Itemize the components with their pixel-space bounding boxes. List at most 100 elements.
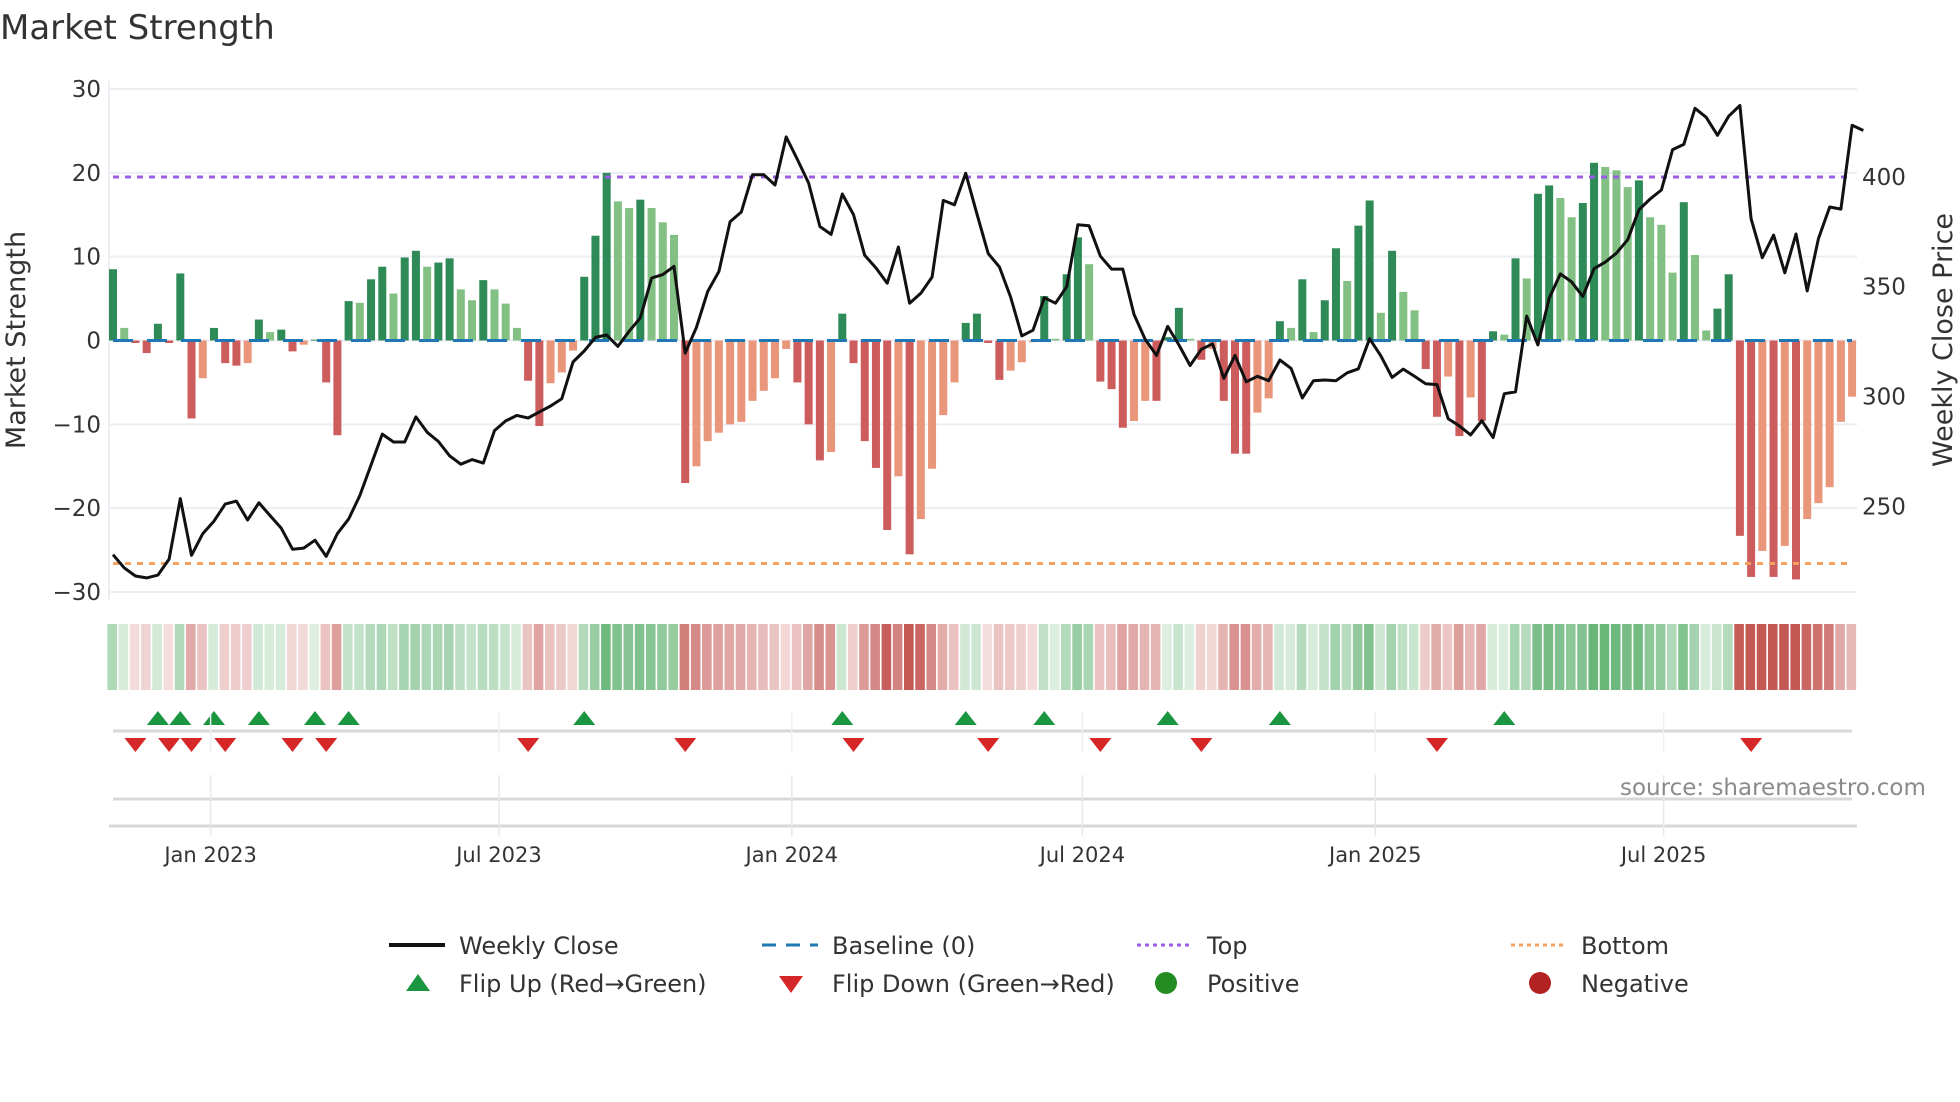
heat-cell bbox=[522, 624, 533, 690]
flip-up-marker bbox=[573, 711, 596, 725]
y-axis-title: Market Strength bbox=[1, 231, 32, 449]
heat-cell bbox=[825, 624, 836, 690]
strength-bar bbox=[1511, 258, 1520, 341]
heat-cell bbox=[1038, 624, 1049, 690]
heat-cell bbox=[421, 624, 432, 690]
heat-cell bbox=[803, 624, 813, 690]
strength-bar bbox=[1354, 225, 1363, 341]
heat-cell bbox=[657, 624, 667, 690]
strength-bar bbox=[1466, 340, 1475, 398]
heat-cell bbox=[937, 624, 948, 690]
y2-tick-label: 250 bbox=[1862, 494, 1906, 520]
y2-tick-label: 400 bbox=[1862, 165, 1906, 191]
heat-cell bbox=[769, 624, 779, 690]
strength-bar bbox=[1792, 340, 1800, 580]
strength-bar bbox=[759, 340, 768, 391]
heat-cell bbox=[1375, 624, 1385, 690]
heat-cell bbox=[242, 624, 252, 690]
heat-cell bbox=[1420, 624, 1430, 690]
strength-bar bbox=[1242, 340, 1251, 454]
strength-bar bbox=[1545, 185, 1554, 341]
heat-cell bbox=[331, 624, 342, 690]
heat-cell bbox=[960, 624, 970, 690]
heat-cell bbox=[870, 624, 880, 690]
flip-down-marker bbox=[842, 738, 865, 752]
heat-cell bbox=[1027, 624, 1038, 690]
strength-bar bbox=[838, 313, 847, 341]
heat-cell bbox=[1824, 624, 1834, 690]
flip-down-marker bbox=[1190, 738, 1213, 752]
heat-cell bbox=[1150, 624, 1161, 690]
heat-cell bbox=[1061, 624, 1071, 690]
strength-heat-strip bbox=[107, 624, 1857, 690]
heat-cell bbox=[387, 624, 398, 690]
flip-down-marker bbox=[1425, 738, 1448, 752]
heat-cell bbox=[1734, 624, 1744, 690]
heat-cell bbox=[230, 624, 241, 690]
y-tick-label: 0 bbox=[86, 329, 101, 355]
strength-bar bbox=[580, 276, 589, 341]
strength-bar bbox=[905, 340, 914, 555]
strength-bar bbox=[232, 340, 241, 366]
flip-down-marker bbox=[124, 738, 147, 752]
strength-bar bbox=[367, 279, 376, 341]
heat-cell bbox=[544, 624, 555, 690]
heat-cell bbox=[107, 624, 117, 690]
flip-down-marker bbox=[158, 738, 181, 752]
heat-cell bbox=[432, 624, 443, 690]
y-tick-label: −10 bbox=[52, 412, 101, 438]
heat-cell bbox=[1610, 624, 1621, 690]
heat-cell bbox=[1599, 624, 1610, 690]
strength-bar bbox=[1141, 340, 1150, 401]
heat-cell bbox=[713, 624, 723, 690]
heat-cell bbox=[444, 624, 454, 690]
strength-bar bbox=[1803, 340, 1812, 520]
legend-label: Flip Down (Green→Red) bbox=[832, 970, 1115, 998]
heat-cell bbox=[623, 624, 634, 690]
strength-bar bbox=[815, 340, 824, 461]
heat-cell bbox=[163, 624, 174, 690]
flip-up-marker bbox=[202, 711, 225, 725]
heat-cell bbox=[1622, 624, 1632, 690]
strength-bar bbox=[995, 340, 1004, 380]
heat-cell bbox=[1173, 624, 1183, 690]
heat-cell bbox=[1678, 624, 1688, 690]
heat-cell bbox=[488, 624, 499, 690]
heat-cell bbox=[309, 624, 319, 690]
strength-bar bbox=[243, 340, 252, 364]
y2-axis-title: Weekly Close Price bbox=[1928, 213, 1959, 467]
strength-bar bbox=[793, 340, 802, 383]
heat-cell bbox=[589, 624, 600, 690]
heat-cell bbox=[1240, 624, 1251, 690]
heat-cell bbox=[275, 624, 286, 690]
flip-markers bbox=[109, 711, 1857, 828]
strength-bar bbox=[860, 340, 869, 442]
heat-cell bbox=[1835, 624, 1845, 690]
flip-down-marker bbox=[977, 738, 1000, 752]
heat-cell bbox=[612, 624, 622, 690]
heat-cell bbox=[264, 624, 275, 690]
heat-cell bbox=[1195, 624, 1206, 690]
heat-cell bbox=[859, 624, 869, 690]
strength-bar bbox=[1769, 340, 1778, 577]
heat-cell bbox=[1644, 624, 1655, 690]
heat-cell bbox=[1577, 624, 1587, 690]
strength-bar bbox=[602, 172, 611, 341]
heat-cell bbox=[466, 624, 477, 690]
heat-cell bbox=[1005, 624, 1015, 690]
strength-bar bbox=[827, 340, 836, 452]
heat-cell bbox=[1296, 624, 1307, 690]
strength-bar bbox=[490, 289, 499, 341]
strength-bar bbox=[569, 340, 578, 351]
x-tick-label: Jul 2023 bbox=[454, 843, 541, 867]
heat-cell bbox=[219, 624, 230, 690]
heat-cell bbox=[1431, 624, 1441, 690]
heat-cell bbox=[1689, 624, 1700, 690]
heat-cell bbox=[1521, 624, 1531, 690]
heat-cell bbox=[320, 624, 331, 690]
heat-cell bbox=[1566, 624, 1576, 690]
flip-up-marker bbox=[1493, 711, 1516, 725]
strength-bar bbox=[1085, 264, 1094, 341]
strength-bar bbox=[322, 340, 331, 383]
strength-bar bbox=[613, 201, 622, 341]
